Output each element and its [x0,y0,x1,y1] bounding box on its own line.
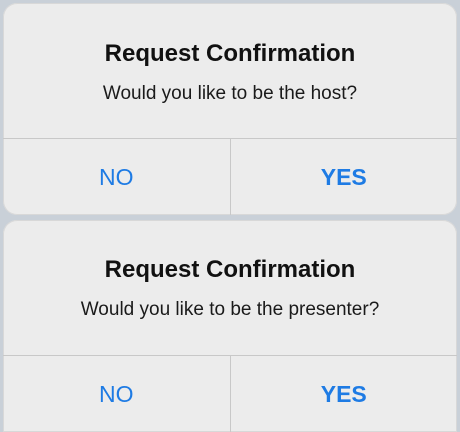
dialog-body: Request Confirmation Would you like to b… [3,220,457,355]
dialog-title: Request Confirmation [104,40,356,67]
no-button[interactable]: NO [3,139,230,215]
dialog-message: Would you like to be the presenter? [80,299,380,320]
dialog-message: Would you like to be the host? [102,83,358,104]
dialog-actions: NO YES [3,138,457,215]
dialog-title: Request Confirmation [104,256,356,283]
yes-button[interactable]: YES [229,356,458,432]
presenter-confirmation-dialog: Request Confirmation Would you like to b… [3,220,457,432]
yes-button[interactable]: YES [229,139,458,215]
host-confirmation-dialog: Request Confirmation Would you like to b… [3,3,457,215]
dialog-body: Request Confirmation Would you like to b… [3,3,457,138]
dialog-actions: NO YES [3,355,457,432]
no-button[interactable]: NO [3,356,230,432]
